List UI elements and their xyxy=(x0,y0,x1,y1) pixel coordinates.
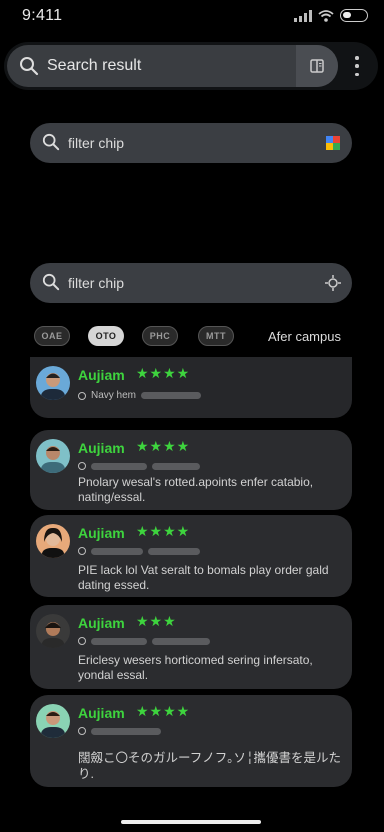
filter-search-text: filter chip xyxy=(68,135,125,151)
review-text: Pnolary wesal's rotted.apoints enfer cat… xyxy=(78,475,314,504)
after-campus-label[interactable]: Afer campus xyxy=(268,329,341,344)
search-icon xyxy=(20,57,39,76)
star-rating: ★★★★ xyxy=(136,703,191,719)
top-search-bar: Search result xyxy=(4,42,378,90)
book-icon xyxy=(310,59,324,73)
book-button[interactable] xyxy=(296,45,338,87)
filter-search-2[interactable]: filter chip xyxy=(30,263,352,303)
review-card[interactable]: Aujiam ★★★★ Pnolary wesal's rotted.apoin… xyxy=(30,430,352,510)
more-options-icon[interactable] xyxy=(352,56,362,76)
reviewer-name: Aujiam xyxy=(78,440,125,456)
review-text: Ericlesy wesers horticomed sering infers… xyxy=(78,653,313,682)
review-meta xyxy=(78,637,210,645)
filter-chip[interactable]: OTO xyxy=(88,326,124,346)
location-icon xyxy=(78,637,86,645)
status-bar: 9:411 xyxy=(0,0,384,34)
star-rating: ★★★★ xyxy=(136,365,191,381)
location-icon xyxy=(78,547,86,555)
battery-icon xyxy=(340,9,368,22)
star-rating: ★★★ xyxy=(136,613,177,629)
review-card[interactable]: Aujiam ★★★★ 闊劔こ〇そのガルーフノフ｡ソ╎攜優書を是ルたり. xyxy=(30,695,352,787)
status-time: 9:411 xyxy=(22,7,63,24)
filter-settings-icon[interactable] xyxy=(324,274,342,292)
avatar xyxy=(36,524,70,558)
filter-search-1[interactable]: filter chip xyxy=(30,123,352,163)
filter-search-text: filter chip xyxy=(68,275,125,291)
review-meta xyxy=(78,547,200,555)
status-icons xyxy=(294,9,368,22)
avatar xyxy=(36,439,70,473)
reviewer-name: Aujiam xyxy=(78,615,125,631)
avatar xyxy=(36,614,70,648)
filter-chip[interactable]: MTT xyxy=(198,326,234,346)
star-rating: ★★★★ xyxy=(136,438,191,454)
reviewer-name: Aujiam xyxy=(78,367,125,383)
filter-chips-row: OAE OTO PHC MTT Afer campus xyxy=(0,326,384,348)
review-meta xyxy=(78,462,200,470)
review-meta: Navy hem xyxy=(78,390,202,401)
review-meta xyxy=(78,727,161,735)
meta-text: Navy hem xyxy=(91,390,137,401)
filter-chip[interactable]: PHC xyxy=(142,326,178,346)
reviewer-name: Aujiam xyxy=(78,705,125,721)
wifi-icon xyxy=(318,9,334,22)
review-card[interactable]: Aujiam ★★★★ Navy hem xyxy=(30,357,352,418)
review-card[interactable]: Aujiam ★★★ Ericlesy wesers horticomed se… xyxy=(30,605,352,689)
review-text: 闊劔こ〇そのガルーフノフ｡ソ╎攜優書を是ルたり. xyxy=(78,751,342,781)
search-icon xyxy=(42,133,60,151)
location-icon xyxy=(78,462,86,470)
review-card[interactable]: Aujiam ★★★★ PIE lack lol Vat seralt to b… xyxy=(30,515,352,597)
signal-icon xyxy=(294,9,312,22)
review-text: PIE lack lol Vat seralt to bomals play o… xyxy=(78,563,329,592)
location-icon xyxy=(78,727,86,735)
avatar xyxy=(36,704,70,738)
avatar xyxy=(36,366,70,400)
star-rating: ★★★★ xyxy=(136,523,191,539)
search-icon xyxy=(42,273,60,291)
filter-chip[interactable]: OAE xyxy=(34,326,70,346)
location-icon xyxy=(78,391,86,400)
google-lens-icon[interactable] xyxy=(324,134,342,152)
search-input[interactable]: Search result xyxy=(7,45,338,87)
reviewer-name: Aujiam xyxy=(78,525,125,541)
home-indicator[interactable] xyxy=(121,820,261,824)
search-input-text: Search result xyxy=(47,57,142,74)
